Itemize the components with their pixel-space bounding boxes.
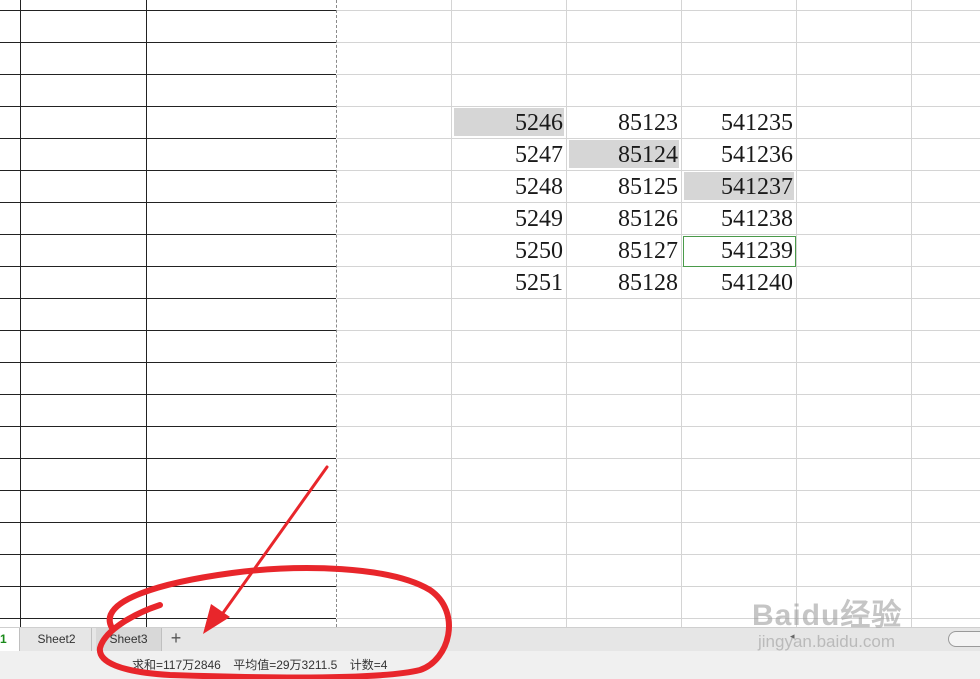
grid-row-line <box>337 74 980 75</box>
table-row-line <box>0 170 336 171</box>
cell-value[interactable]: 5247 <box>453 139 563 171</box>
status-sum: 求和=117万2846 <box>132 658 221 672</box>
grid-column-line <box>681 0 682 627</box>
status-average: 平均值=29万3211.5 <box>233 658 338 672</box>
tab-sheet2[interactable]: Sheet2 <box>22 628 92 651</box>
cell-value[interactable]: 85128 <box>568 267 678 299</box>
cell-value[interactable]: 85126 <box>568 203 678 235</box>
cell-value[interactable]: 5246 <box>453 107 563 139</box>
table-row-line <box>0 266 336 267</box>
grid-row-line <box>337 42 980 43</box>
tab-sheet1[interactable]: 1 <box>0 628 20 651</box>
grid-row-line <box>337 586 980 587</box>
grid-column-line <box>796 0 797 627</box>
add-sheet-button[interactable]: + <box>166 628 186 651</box>
table-row-line <box>0 202 336 203</box>
watermark-logo: Baidu经验 jingyan.baidu.com <box>752 590 972 660</box>
grid-row-line <box>337 490 980 491</box>
cell-value[interactable]: 85124 <box>568 139 678 171</box>
cell-value[interactable]: 541235 <box>683 107 793 139</box>
grid-column-line <box>566 0 567 627</box>
table-row-line <box>0 298 336 299</box>
watermark-url: jingyan.baidu.com <box>758 632 896 651</box>
grid-row-line <box>337 362 980 363</box>
table-row-line <box>0 426 336 427</box>
table-row-line <box>0 586 336 587</box>
table-row-line <box>0 394 336 395</box>
grid-column-line <box>451 0 452 627</box>
table-row-line <box>0 458 336 459</box>
cell-value[interactable]: 541240 <box>683 267 793 299</box>
table-row-line <box>0 138 336 139</box>
table-row-line <box>0 74 336 75</box>
status-count: 计数=4 <box>349 658 388 672</box>
cell-value[interactable]: 541237 <box>683 171 793 203</box>
cell-value[interactable]: 85125 <box>568 171 678 203</box>
table-column-line <box>20 0 21 627</box>
table-row-line <box>0 42 336 43</box>
cell-value[interactable]: 541239 <box>683 235 793 267</box>
grid-row-line <box>337 554 980 555</box>
cell-value[interactable]: 5250 <box>453 235 563 267</box>
grid-row-line <box>337 330 980 331</box>
table-row-line <box>0 10 336 11</box>
table-row-line <box>0 106 336 107</box>
table-row-line <box>0 330 336 331</box>
grid-row-line <box>337 458 980 459</box>
cell-value[interactable]: 5249 <box>453 203 563 235</box>
table-row-line <box>0 362 336 363</box>
cell-value[interactable]: 85123 <box>568 107 678 139</box>
table-row-line <box>0 234 336 235</box>
page-break-line <box>336 0 337 627</box>
spreadsheet-grid[interactable]: 5246 85123 541235 5247 85124 541236 5248 85125 5… <box>0 0 980 627</box>
tab-sheet3[interactable]: Sheet3 <box>96 628 162 651</box>
cell-value[interactable]: 541238 <box>683 203 793 235</box>
grid-row-line <box>337 394 980 395</box>
cell-value[interactable]: 85127 <box>568 235 678 267</box>
grid-row-line <box>337 522 980 523</box>
table-row-line <box>0 618 336 619</box>
table-row-line <box>0 522 336 523</box>
cell-value[interactable]: 541236 <box>683 139 793 171</box>
table-row-line <box>0 554 336 555</box>
table-row-line <box>0 490 336 491</box>
watermark-brand: Baidu经验 <box>752 599 903 632</box>
grid-column-line <box>911 0 912 627</box>
grid-row-line <box>337 10 980 11</box>
cell-value[interactable]: 5248 <box>453 171 563 203</box>
status-summary: 求和=117万2846 平均值=29万3211.5 计数=4 <box>132 656 396 673</box>
grid-row-line <box>337 426 980 427</box>
cell-value[interactable]: 5251 <box>453 267 563 299</box>
table-column-line <box>146 0 147 627</box>
